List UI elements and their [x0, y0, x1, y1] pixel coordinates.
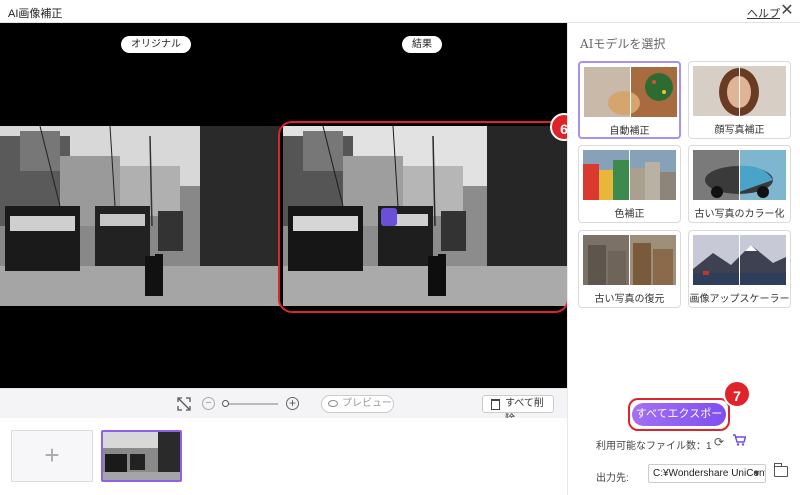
- close-icon[interactable]: ✕: [778, 1, 796, 21]
- thumbnail-strip: +: [0, 418, 567, 495]
- files-available-text: 利用可能なファイル数：1: [596, 441, 712, 452]
- model-label-color: 色補正: [614, 209, 645, 220]
- model-panel-heading: AIモデルを選択: [580, 37, 666, 51]
- model-label-upscale: 画像アップスケーラー: [689, 294, 790, 305]
- model-thumb-upscale: [693, 235, 786, 285]
- original-label: オリジナル: [121, 36, 191, 53]
- delete-all-button[interactable]: すべて削除: [482, 395, 554, 425]
- model-thumb-colorize: [693, 150, 786, 200]
- eye-icon: [328, 400, 338, 407]
- refresh-icon[interactable]: ⟳: [714, 435, 724, 449]
- help-link[interactable]: ヘルプ: [747, 5, 780, 21]
- model-thumb-color: [583, 150, 676, 200]
- zoom-slider[interactable]: [223, 403, 278, 405]
- model-card-face[interactable]: 顔写真補正: [688, 61, 791, 139]
- preview-label: プレビュー: [342, 398, 392, 409]
- output-path-select[interactable]: C:¥Wondershare UniConv ▼: [648, 464, 766, 483]
- output-label: 出力先:: [596, 473, 629, 484]
- image-canvas: オリジナル 結果 6: [0, 23, 567, 388]
- callout-badge-7: 7: [723, 380, 751, 408]
- model-thumb-face: [693, 66, 786, 116]
- zoom-in-icon[interactable]: +: [286, 397, 299, 410]
- output-path-value: C:¥Wondershare UniConv: [653, 468, 766, 479]
- model-label-restore: 古い写真の復元: [594, 294, 665, 305]
- fit-screen-icon[interactable]: [177, 397, 191, 411]
- model-card-restore[interactable]: 古い写真の復元: [578, 230, 681, 308]
- preview-button[interactable]: プレビュー: [321, 395, 394, 413]
- export-all-button[interactable]: すべてエクスポート: [632, 403, 726, 443]
- trash-icon: [491, 399, 500, 410]
- chevron-down-icon: ▼: [752, 468, 761, 478]
- model-panel: AIモデルを選択 自動補正 顔写真補正 色補正 古い写真のカラー化 古い写真の復…: [567, 23, 800, 495]
- result-label: 結果: [402, 36, 442, 53]
- model-label-face: 顔写真補正: [714, 125, 765, 136]
- zoom-toolbar: − + プレビュー すべて削除: [0, 388, 567, 425]
- add-image-button[interactable]: +: [11, 430, 93, 482]
- zoom-out-icon[interactable]: −: [202, 397, 215, 410]
- model-thumb-auto: [584, 67, 677, 117]
- zoom-slider-knob[interactable]: [222, 400, 229, 407]
- model-card-upscale[interactable]: 画像アップスケーラー: [688, 230, 791, 308]
- image-thumbnail[interactable]: [101, 430, 182, 482]
- model-label-colorize: 古い写真のカラー化: [694, 209, 785, 220]
- cart-icon[interactable]: [733, 434, 747, 449]
- model-thumb-restore: [583, 235, 676, 285]
- model-card-color[interactable]: 色補正: [578, 145, 681, 223]
- title-bar: AI画像補正 ヘルプ ✕: [0, 0, 800, 23]
- model-label-auto: 自動補正: [609, 126, 650, 137]
- original-image: [0, 126, 280, 306]
- folder-icon[interactable]: [774, 463, 788, 477]
- model-card-auto[interactable]: 自動補正: [578, 61, 681, 139]
- window-title: AI画像補正: [8, 8, 63, 20]
- result-highlight-box: [278, 121, 567, 313]
- model-card-colorize[interactable]: 古い写真のカラー化: [688, 145, 791, 223]
